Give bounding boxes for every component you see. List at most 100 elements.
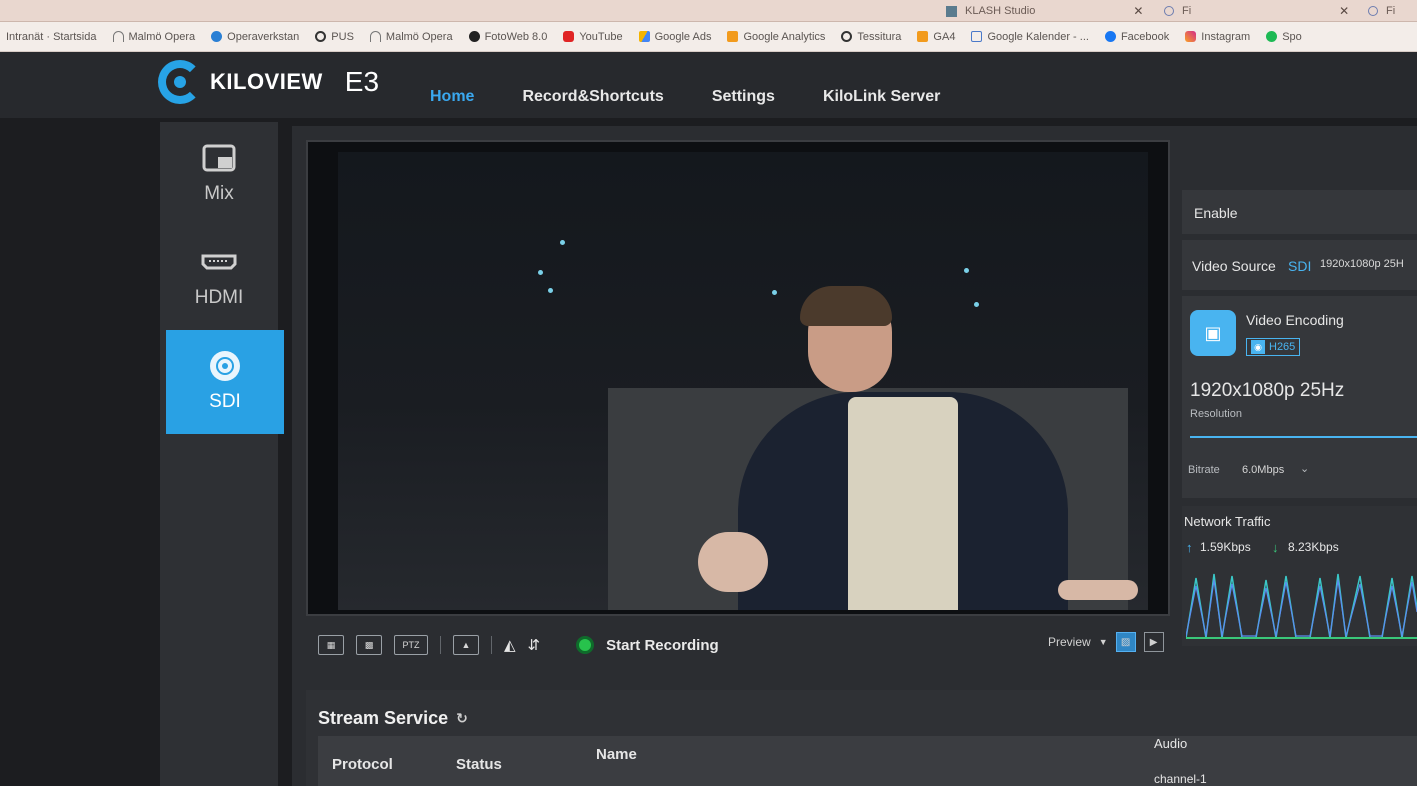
arch-icon bbox=[369, 31, 381, 42]
bookmark[interactable]: Google Analytics bbox=[727, 31, 825, 43]
source-label: Mix bbox=[204, 183, 234, 204]
sdi-connector-icon bbox=[207, 351, 243, 381]
bookmark[interactable]: Google Ads bbox=[638, 31, 711, 43]
layout-quad-icon[interactable]: ▩ bbox=[356, 635, 382, 655]
bookmark[interactable]: YouTube bbox=[563, 31, 623, 43]
stage-light bbox=[548, 288, 553, 293]
stage-light bbox=[964, 268, 969, 273]
encoding-card: ▣ Video Encoding ◉ H265 1920x1080p 25Hz … bbox=[1182, 296, 1417, 498]
record-icon[interactable] bbox=[576, 636, 595, 654]
play-icon[interactable]: ▶ bbox=[1143, 632, 1164, 652]
flip-icon[interactable]: ⇵ bbox=[528, 636, 541, 654]
source-mix[interactable]: Mix bbox=[160, 122, 278, 226]
upload-arrow-icon: ↑ bbox=[1186, 540, 1193, 555]
kiloview-e3-screen: KLASH Studio ✕ Fi ✕ Fi Intranät · Starts… bbox=[0, 0, 1417, 786]
column-status: Status bbox=[456, 756, 502, 773]
conductor-hand bbox=[698, 532, 768, 592]
browser-tab[interactable]: KLASH Studio ✕ bbox=[946, 3, 1143, 19]
layout-grid-icon[interactable]: ▦ bbox=[318, 635, 344, 655]
instagram-icon bbox=[1185, 31, 1197, 42]
arch-icon bbox=[112, 31, 124, 42]
conductor-hair bbox=[800, 286, 892, 326]
ads-icon bbox=[638, 31, 650, 42]
video-source-row: Video Source SDI 1920x1080p 25H bbox=[1182, 240, 1417, 290]
resolution-bar bbox=[1190, 436, 1417, 438]
globe-icon bbox=[468, 31, 480, 42]
codec-value: H265 bbox=[1269, 341, 1296, 353]
youtube-icon bbox=[563, 31, 575, 42]
bookmark[interactable]: Operaverkstan bbox=[211, 31, 299, 43]
browser-tab-strip: KLASH Studio ✕ Fi ✕ Fi bbox=[0, 0, 1417, 22]
source-sidebar: Mix HDMI SDI bbox=[160, 122, 284, 786]
stage-light bbox=[560, 240, 565, 245]
chevron-down-icon[interactable]: ▼ bbox=[1099, 637, 1108, 647]
codec-icon: ◉ bbox=[1251, 340, 1265, 354]
kiloview-logo-icon bbox=[158, 60, 202, 104]
bookmark[interactable]: Malmö Opera bbox=[369, 31, 453, 43]
bookmark[interactable]: Intranät · Startsida bbox=[6, 31, 97, 43]
nav-home[interactable]: Home bbox=[430, 88, 474, 106]
traffic-graph bbox=[1186, 573, 1417, 639]
start-recording-button[interactable]: Start Recording bbox=[606, 637, 719, 654]
source-label: HDMI bbox=[194, 287, 244, 308]
resolution-value: 1920x1080p 25Hz bbox=[1190, 380, 1345, 401]
stage-light bbox=[538, 270, 543, 275]
conductor-shirt bbox=[848, 397, 958, 610]
status-panel: Enable Video Source SDI 1920x1080p 25H ▣… bbox=[1182, 190, 1417, 660]
bookmark[interactable]: Tessitura bbox=[841, 31, 901, 43]
network-traffic-card: Network Traffic ↑ 1.59Kbps ↓ 8.23Kbps bbox=[1182, 506, 1417, 646]
enable-row[interactable]: Enable bbox=[1182, 190, 1417, 234]
main-nav: Home Record&Shortcuts Settings KiloLink … bbox=[430, 88, 940, 106]
bookmark[interactable]: Facebook bbox=[1104, 31, 1169, 43]
browser-tab[interactable]: Fi ✕ bbox=[1164, 3, 1349, 19]
browser-tab[interactable]: Fi bbox=[1368, 3, 1395, 19]
bitrate-select[interactable]: 6.0Mbps bbox=[1242, 464, 1284, 476]
globe-icon bbox=[1164, 6, 1174, 16]
nav-record-shortcuts[interactable]: Record&Shortcuts bbox=[522, 88, 663, 106]
stage-light bbox=[772, 290, 777, 295]
bookmark[interactable]: Google Kalender - ... bbox=[971, 31, 1089, 43]
device-model: E3 bbox=[344, 66, 380, 97]
ptz-button[interactable]: PTZ bbox=[394, 635, 428, 655]
bookmark[interactable]: FotoWeb 8.0 bbox=[468, 31, 547, 43]
video-source-format: 1920x1080p 25H bbox=[1320, 258, 1404, 270]
preview-controls: Preview ▼ ▨ ▶ bbox=[1048, 632, 1164, 652]
close-tab-icon[interactable]: ✕ bbox=[1133, 4, 1143, 18]
facebook-icon bbox=[1104, 31, 1116, 42]
video-preview[interactable] bbox=[306, 140, 1170, 616]
source-label: SDI bbox=[209, 391, 241, 412]
hdmi-port-icon bbox=[201, 247, 237, 277]
upload-rate: 1.59Kbps bbox=[1200, 540, 1251, 554]
preview-dropdown[interactable]: Preview bbox=[1048, 635, 1091, 649]
download-arrow-icon: ↓ bbox=[1272, 540, 1279, 555]
globe-icon bbox=[1368, 6, 1378, 16]
preview-frame bbox=[338, 152, 1148, 610]
nav-settings[interactable]: Settings bbox=[712, 88, 775, 106]
picture-mode-icon[interactable]: ▨ bbox=[1115, 632, 1136, 652]
toolbar-divider bbox=[440, 636, 441, 654]
bookmark[interactable]: PUS bbox=[315, 31, 354, 43]
video-source-label: Video Source bbox=[1192, 258, 1276, 274]
conductor-hand bbox=[1058, 580, 1138, 600]
bitrate-label: Bitrate bbox=[1188, 464, 1220, 476]
image-icon[interactable]: ▲ bbox=[453, 635, 479, 655]
audio-channel: channel-1 bbox=[1154, 772, 1207, 786]
chevron-down-icon[interactable]: ⌄ bbox=[1300, 462, 1309, 475]
close-tab-icon[interactable]: ✕ bbox=[1339, 4, 1349, 18]
analytics-icon bbox=[917, 31, 929, 42]
brand-name: KILOVIEW bbox=[210, 69, 323, 94]
source-sdi[interactable]: SDI bbox=[166, 330, 284, 434]
bookmark[interactable]: Spo bbox=[1266, 31, 1302, 43]
globe-icon bbox=[315, 31, 327, 42]
refresh-icon[interactable]: ↻ bbox=[456, 710, 468, 727]
column-audio: Audio bbox=[1154, 736, 1188, 751]
source-hdmi[interactable]: HDMI bbox=[160, 226, 278, 330]
mirror-icon[interactable]: ◭ bbox=[504, 636, 516, 654]
bookmark[interactable]: Instagram bbox=[1185, 31, 1250, 43]
nav-kilolink-server[interactable]: KiloLink Server bbox=[823, 88, 940, 106]
spotify-icon bbox=[1266, 31, 1278, 42]
column-protocol: Protocol bbox=[332, 756, 393, 773]
bookmark[interactable]: GA4 bbox=[917, 31, 955, 43]
bookmark[interactable]: Malmö Opera bbox=[112, 31, 195, 43]
video-source-value: SDI bbox=[1288, 258, 1312, 274]
